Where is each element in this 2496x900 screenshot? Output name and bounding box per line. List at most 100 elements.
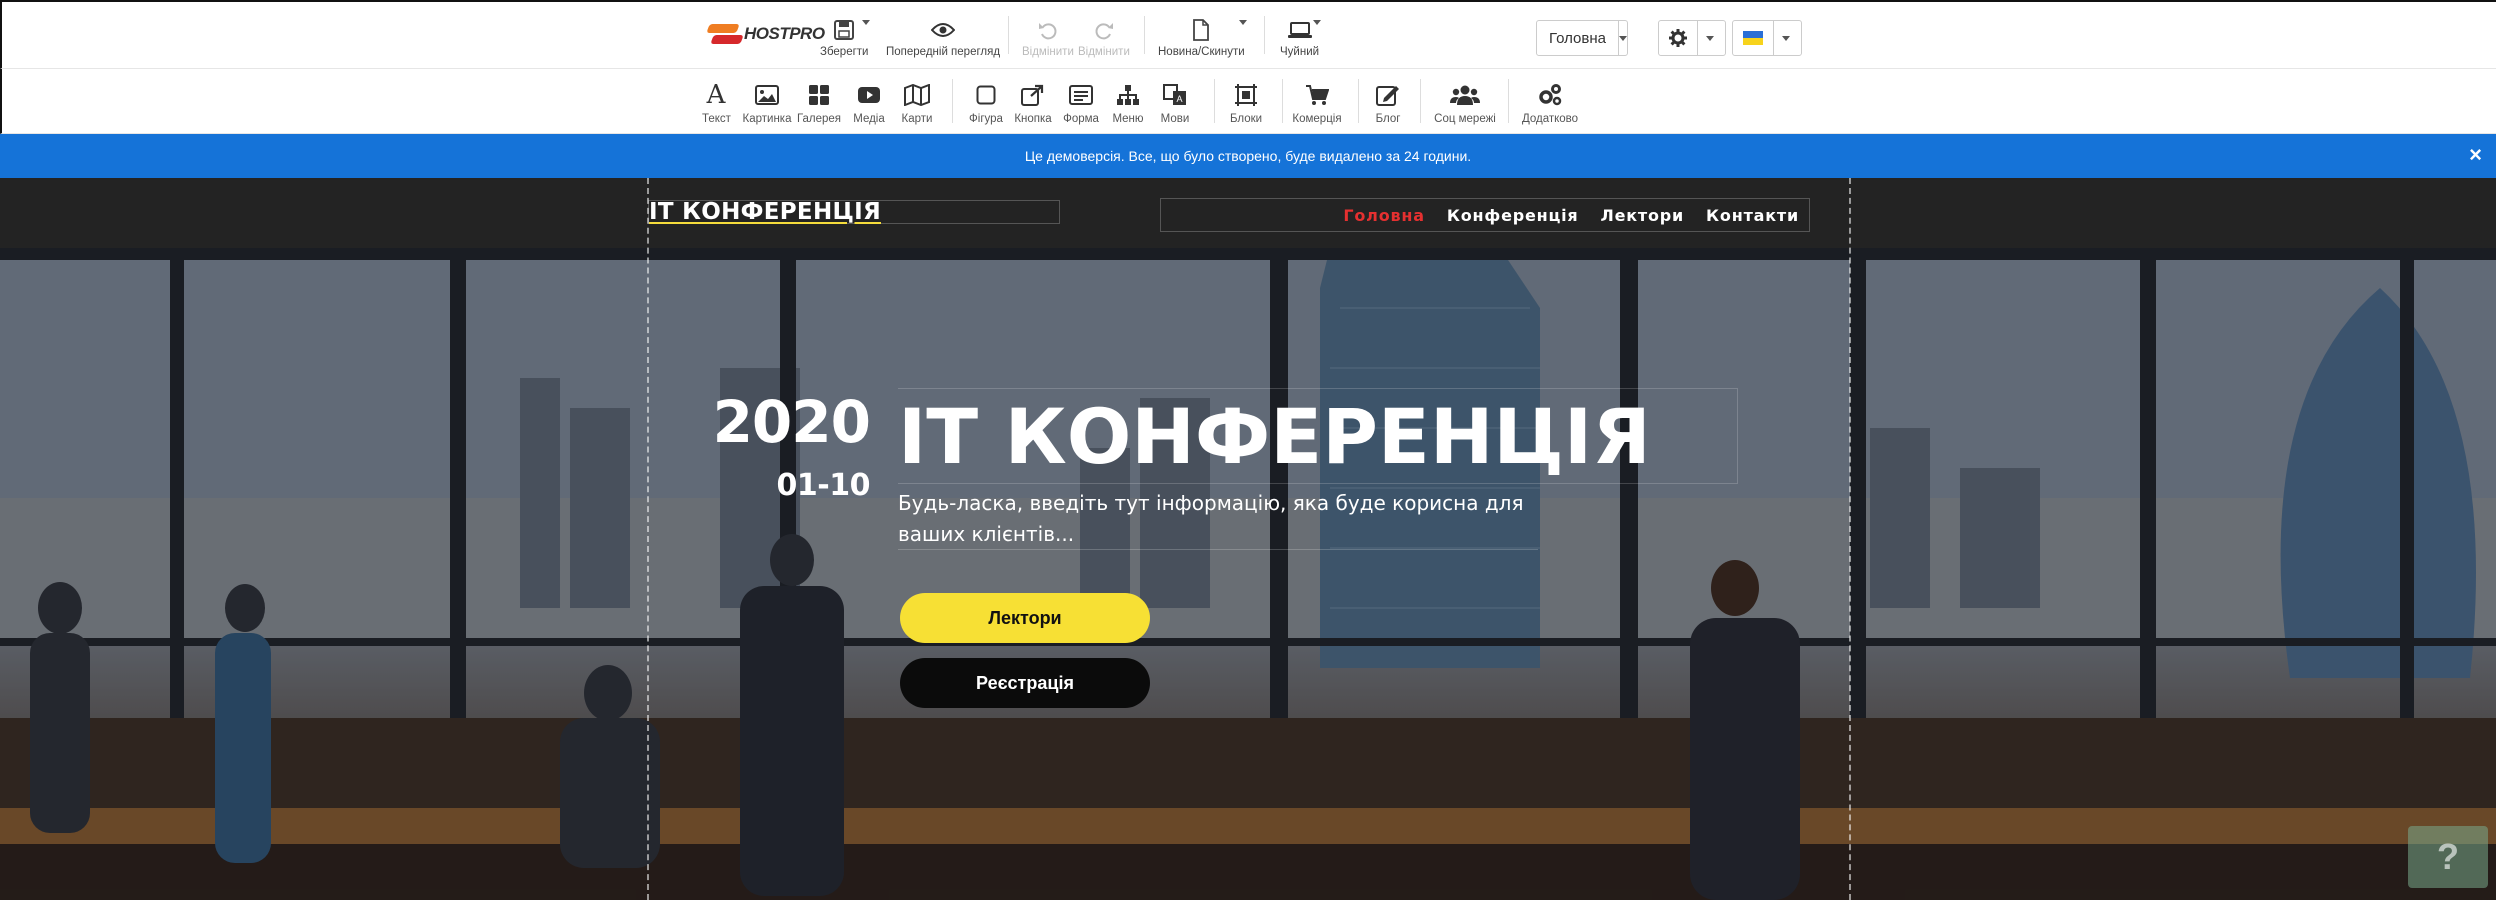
gear-icon[interactable] (1659, 21, 1698, 55)
settings-dropdown[interactable] (1658, 20, 1726, 56)
hostpro-logo-mark (706, 22, 744, 46)
hero-title[interactable]: IT КОНФЕРЕНЦІЯ (898, 388, 1738, 484)
widget-form-label: Форма (1063, 113, 1099, 125)
widget-shape-label: Фігура (969, 113, 1003, 125)
widget-button[interactable]: Кнопка (1012, 81, 1054, 125)
hostpro-logo-text: HOSTPRO (744, 24, 825, 43)
editor-top-toolbar: HOSTPRO Зберегти Попередній перегляд Від… (0, 0, 2496, 68)
social-icon (1432, 81, 1498, 109)
widget-commerce[interactable]: Комерція (1292, 81, 1342, 125)
widgets-divider (1282, 79, 1283, 123)
language-dropdown[interactable] (1732, 20, 1802, 56)
hero-subtitle[interactable]: Будь-ласка, введіть тут інформацію, яка … (898, 488, 1538, 550)
hostpro-logo: HOSTPRO (706, 22, 825, 46)
widget-social[interactable]: Соц мережі (1432, 81, 1498, 125)
save-dropdown-caret-icon[interactable] (862, 20, 871, 25)
toolbar-divider (1144, 16, 1145, 54)
registration-button[interactable]: Реєстрація (900, 658, 1150, 708)
svg-text:A: A (1176, 94, 1182, 104)
nav-link-contacts[interactable]: Контакти (1706, 206, 1799, 225)
blog-icon (1372, 81, 1404, 109)
nav-link-home[interactable]: Головна (1343, 206, 1424, 225)
text-icon: A (706, 80, 726, 110)
toolbar-divider (1008, 16, 1009, 54)
event-dates[interactable]: 01-10 (670, 468, 871, 503)
widget-menu[interactable]: Меню (1110, 81, 1146, 125)
widget-blog-label: Блог (1375, 113, 1401, 125)
site-header: IT КОНФЕРЕНЦІЯ Головна Конференція Лекто… (0, 178, 2496, 248)
widget-button-label: Кнопка (1014, 113, 1052, 125)
widget-text[interactable]: A Текст (702, 80, 731, 125)
widget-languages-label: Мови (1160, 113, 1190, 125)
widget-gallery[interactable]: Галерея (796, 81, 842, 125)
button-icon (1012, 81, 1054, 109)
site-brand[interactable]: IT КОНФЕРЕНЦІЯ (649, 199, 881, 225)
image-icon (742, 81, 792, 109)
widget-blocks-label: Блоки (1229, 113, 1263, 125)
save-icon (820, 16, 871, 44)
widget-social-label: Соц мережі (1434, 113, 1496, 125)
help-button[interactable]: ? (2408, 826, 2488, 888)
nav-link-conference[interactable]: Конференція (1447, 206, 1579, 225)
site-nav: Головна Конференція Лектори Контакти (1160, 198, 1810, 232)
sitemap-icon (1110, 81, 1146, 109)
hero-overlay (0, 248, 2496, 900)
cart-icon (1292, 81, 1342, 109)
redo-button[interactable]: Відмінити (1078, 16, 1130, 58)
ukraine-flag-icon[interactable] (1733, 21, 1774, 55)
gears-icon (1520, 81, 1580, 109)
new-reset-button[interactable]: Новина/Скинути (1158, 16, 1247, 58)
widget-shape[interactable]: Фігура (966, 81, 1006, 125)
widget-image-label: Картинка (742, 113, 792, 125)
close-icon[interactable]: × (2469, 144, 2482, 166)
widgets-toolbar: A Текст Картинка Галерея Медіа Карти Фіг… (0, 68, 2496, 134)
speakers-button[interactable]: Лектори (900, 593, 1150, 643)
redo-label: Відмінити (1078, 46, 1130, 58)
preview-label: Попередній перегляд (886, 46, 1001, 58)
widget-map-label: Карти (901, 113, 933, 125)
widgets-divider (1214, 79, 1215, 123)
preview-button[interactable]: Попередній перегляд (886, 16, 1000, 58)
toolbar-divider (1264, 16, 1265, 54)
languages-icon: A (1158, 81, 1192, 109)
undo-button[interactable]: Відмінити (1022, 16, 1074, 58)
widget-gallery-label: Галерея (796, 113, 842, 125)
page-select-caret-icon[interactable] (1619, 21, 1627, 55)
demo-banner: Це демоверсія. Все, що було створено, бу… (0, 134, 2496, 178)
language-caret-icon[interactable] (1774, 21, 1798, 55)
device-dropdown-caret-icon[interactable] (1313, 20, 1322, 25)
widget-blocks[interactable]: Блоки (1228, 81, 1264, 125)
page-select[interactable]: Головна (1536, 20, 1628, 56)
widgets-divider (1420, 79, 1421, 123)
hero-section: 2020 01-10 IT КОНФЕРЕНЦІЯ Будь-ласка, вв… (0, 248, 2496, 900)
new-reset-dropdown-caret-icon[interactable] (1238, 20, 1247, 25)
demo-banner-text: Це демоверсія. Все, що було створено, бу… (1024, 148, 1472, 164)
save-label: Зберегти (820, 46, 869, 58)
media-icon (852, 81, 886, 109)
undo-icon (1022, 16, 1074, 44)
widget-form[interactable]: Форма (1060, 81, 1102, 125)
widget-image[interactable]: Картинка (742, 81, 792, 125)
editor-guide-left (647, 178, 649, 900)
widget-languages[interactable]: A Мови (1158, 81, 1192, 125)
map-icon (900, 81, 934, 109)
nav-link-speakers[interactable]: Лектори (1601, 206, 1685, 225)
widget-media[interactable]: Медіа (852, 81, 886, 125)
widget-map[interactable]: Карти (900, 81, 934, 125)
settings-caret-icon[interactable] (1698, 21, 1722, 55)
event-year[interactable]: 2020 (670, 388, 871, 456)
widgets-divider (1358, 79, 1359, 123)
gallery-icon (796, 81, 842, 109)
device-label: Чуйний (1280, 46, 1320, 58)
form-icon (1060, 81, 1102, 109)
widget-media-label: Медіа (853, 113, 885, 125)
undo-label: Відмінити (1022, 46, 1074, 58)
widget-blog[interactable]: Блог (1372, 81, 1404, 125)
blocks-icon (1228, 81, 1264, 109)
widget-text-label: Текст (702, 113, 731, 125)
shape-icon (966, 81, 1006, 109)
device-button[interactable]: Чуйний (1280, 16, 1322, 58)
site-brand-box[interactable]: IT КОНФЕРЕНЦІЯ (648, 199, 1060, 225)
save-button[interactable]: Зберегти (820, 16, 871, 58)
widget-extras[interactable]: Додатково (1520, 81, 1580, 125)
